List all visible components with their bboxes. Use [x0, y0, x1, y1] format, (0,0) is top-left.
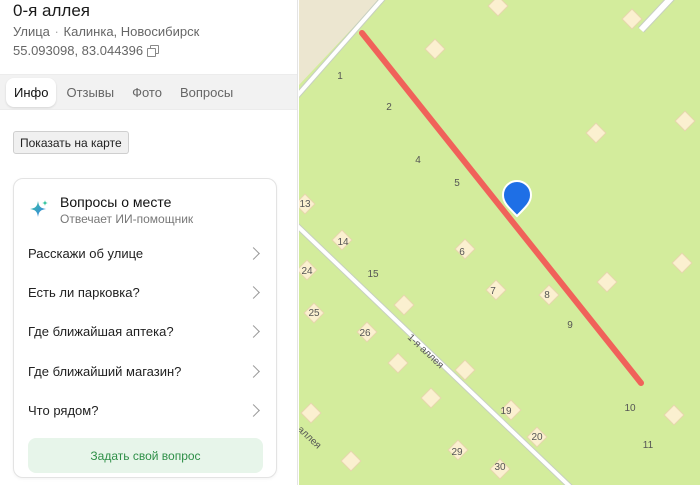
house-number: 4 — [415, 155, 421, 166]
sparkle-icon — [30, 200, 48, 217]
place-subtitle: Улица · Калинка, Новосибирск — [13, 24, 199, 39]
place-location: Калинка, Новосибирск — [63, 24, 200, 39]
chevron-right-icon — [247, 285, 260, 299]
house-number: 30 — [494, 462, 506, 473]
house-number: 19 — [500, 406, 512, 417]
house-number: 25 — [308, 308, 320, 319]
question-label: Расскажи об улице — [28, 245, 144, 261]
copy-icon[interactable] — [147, 45, 160, 57]
question-item[interactable]: Где ближайший магазин? — [28, 359, 264, 383]
tab-bar: Инфо Отзывы Фото Вопросы — [0, 74, 297, 110]
house-number: 13 — [299, 199, 311, 210]
question-item[interactable]: Что рядом? — [28, 398, 264, 422]
house-number: 9 — [567, 320, 573, 331]
question-label: Где ближайшая аптека? — [28, 323, 174, 339]
ask-question-button[interactable]: Задать свой вопрос — [28, 438, 263, 473]
place-title: 0-я аллея — [13, 1, 90, 20]
question-label: Есть ли парковка? — [28, 284, 140, 300]
coordinates-text: 55.093098, 83.044396 — [13, 43, 144, 58]
house-number: 7 — [490, 286, 496, 297]
question-item[interactable]: Расскажи об улице — [28, 241, 264, 265]
map-view[interactable]: 1 2 4 5 6 7 8 9 10 11 13 14 15 19 20 24 … — [299, 0, 700, 485]
coordinates: 55.093098, 83.044396 — [13, 43, 160, 58]
house-number: 15 — [367, 269, 379, 280]
separator-dot: · — [54, 24, 59, 39]
house-number: 5 — [454, 178, 460, 189]
question-item[interactable]: Есть ли парковка? — [28, 280, 264, 304]
house-number: 10 — [624, 403, 636, 414]
chevron-right-icon — [247, 364, 260, 378]
question-label: Что рядом? — [28, 402, 99, 418]
house-number: 26 — [359, 328, 371, 339]
house-number: 20 — [531, 432, 543, 443]
place-type: Улица — [13, 24, 50, 39]
house-number: 2 — [386, 102, 392, 113]
house-number: 29 — [451, 447, 463, 458]
house-number: 8 — [544, 290, 550, 301]
place-panel: 0-я аллея Улица · Калинка, Новосибирск 5… — [0, 0, 298, 485]
question-label: Где ближайший магазин? — [28, 363, 182, 379]
map-canvas[interactable]: 1 2 4 5 6 7 8 9 10 11 13 14 15 19 20 24 … — [299, 0, 700, 485]
tab-photos[interactable]: Фото — [124, 78, 170, 107]
chevron-right-icon — [247, 403, 260, 417]
question-item[interactable]: Где ближайшая аптека? — [28, 319, 264, 343]
house-number: 6 — [459, 247, 465, 258]
assistant-title: Вопросы о месте — [60, 194, 172, 210]
show-on-map-button[interactable]: Показать на карте — [13, 131, 129, 154]
tab-reviews[interactable]: Отзывы — [58, 78, 122, 107]
house-number: 14 — [337, 237, 349, 248]
chevron-right-icon — [247, 324, 260, 338]
house-number: 11 — [643, 440, 654, 451]
house-number: 1 — [337, 71, 343, 82]
tab-questions[interactable]: Вопросы — [172, 78, 241, 107]
chevron-right-icon — [247, 246, 260, 260]
assistant-card: Вопросы о месте Отвечает ИИ-помощник Рас… — [13, 178, 277, 478]
assistant-subtitle: Отвечает ИИ-помощник — [60, 212, 194, 226]
tab-info[interactable]: Инфо — [6, 77, 57, 107]
house-number: 24 — [301, 266, 313, 277]
